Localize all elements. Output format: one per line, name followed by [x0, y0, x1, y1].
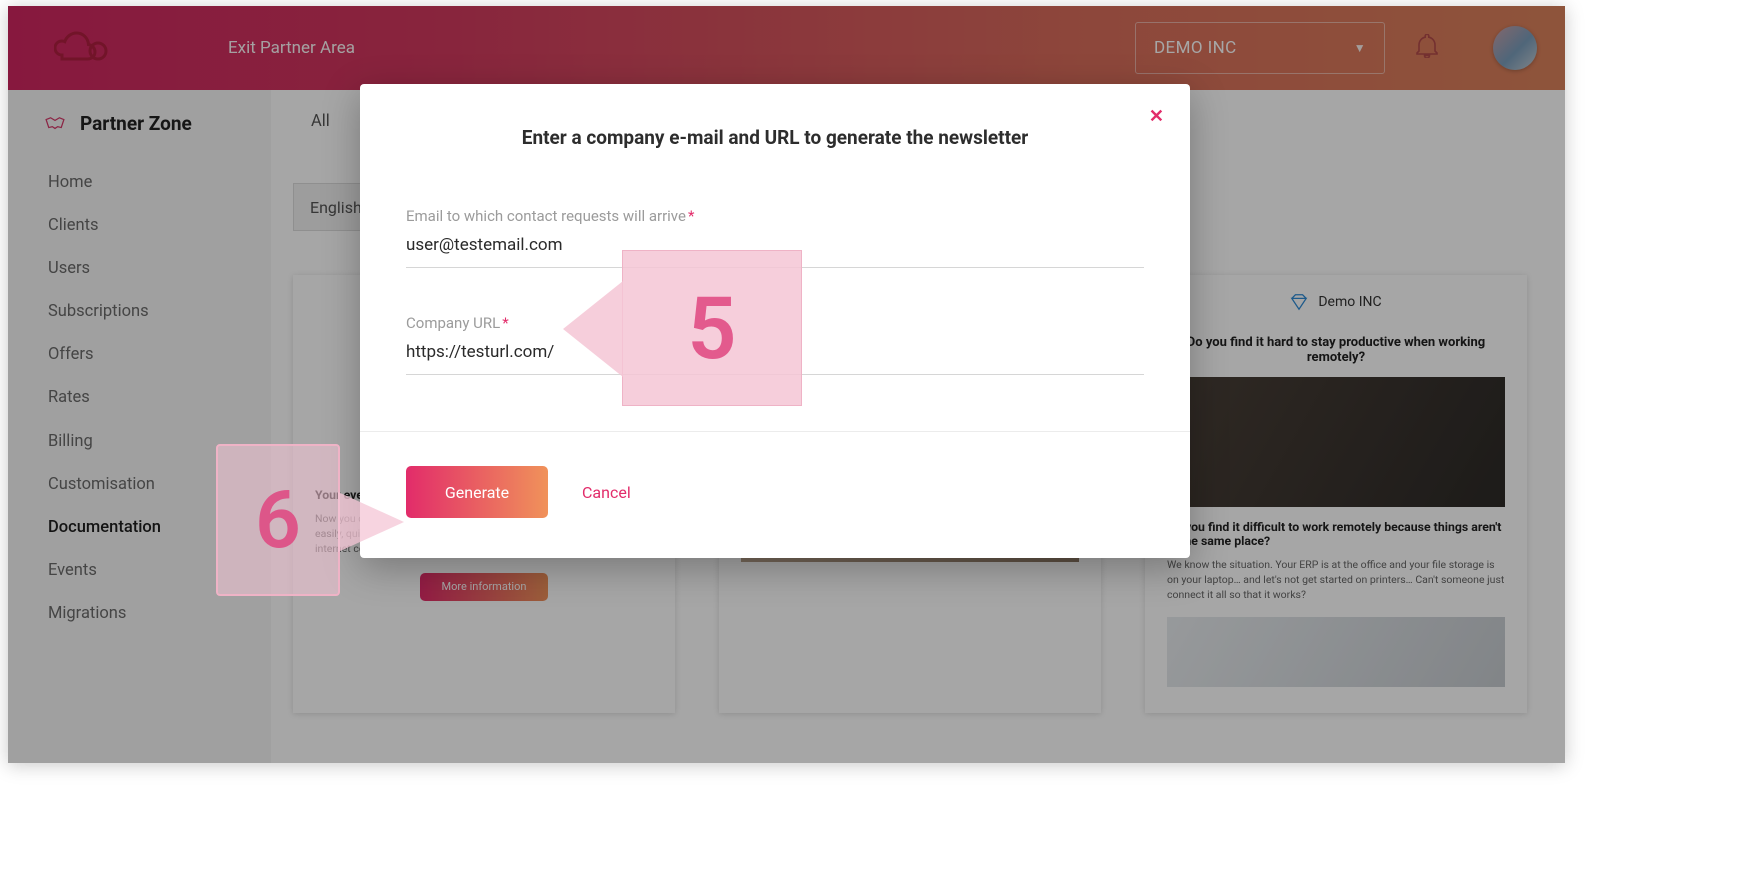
modal-close-button[interactable]: ✕: [1149, 106, 1164, 127]
annotation-step-5: 5: [622, 250, 802, 406]
close-icon: ✕: [1149, 106, 1164, 127]
app-frame: Exit Partner Area DEMO INC ▼ Partner Zon…: [8, 6, 1565, 763]
annotation-step-6: 6: [216, 444, 340, 596]
email-field-label: Email to which contact requests will arr…: [406, 207, 1144, 225]
cancel-button[interactable]: Cancel: [582, 483, 631, 502]
modal-title: Enter a company e-mail and URL to genera…: [360, 84, 1190, 157]
generate-button[interactable]: Generate: [406, 466, 548, 518]
